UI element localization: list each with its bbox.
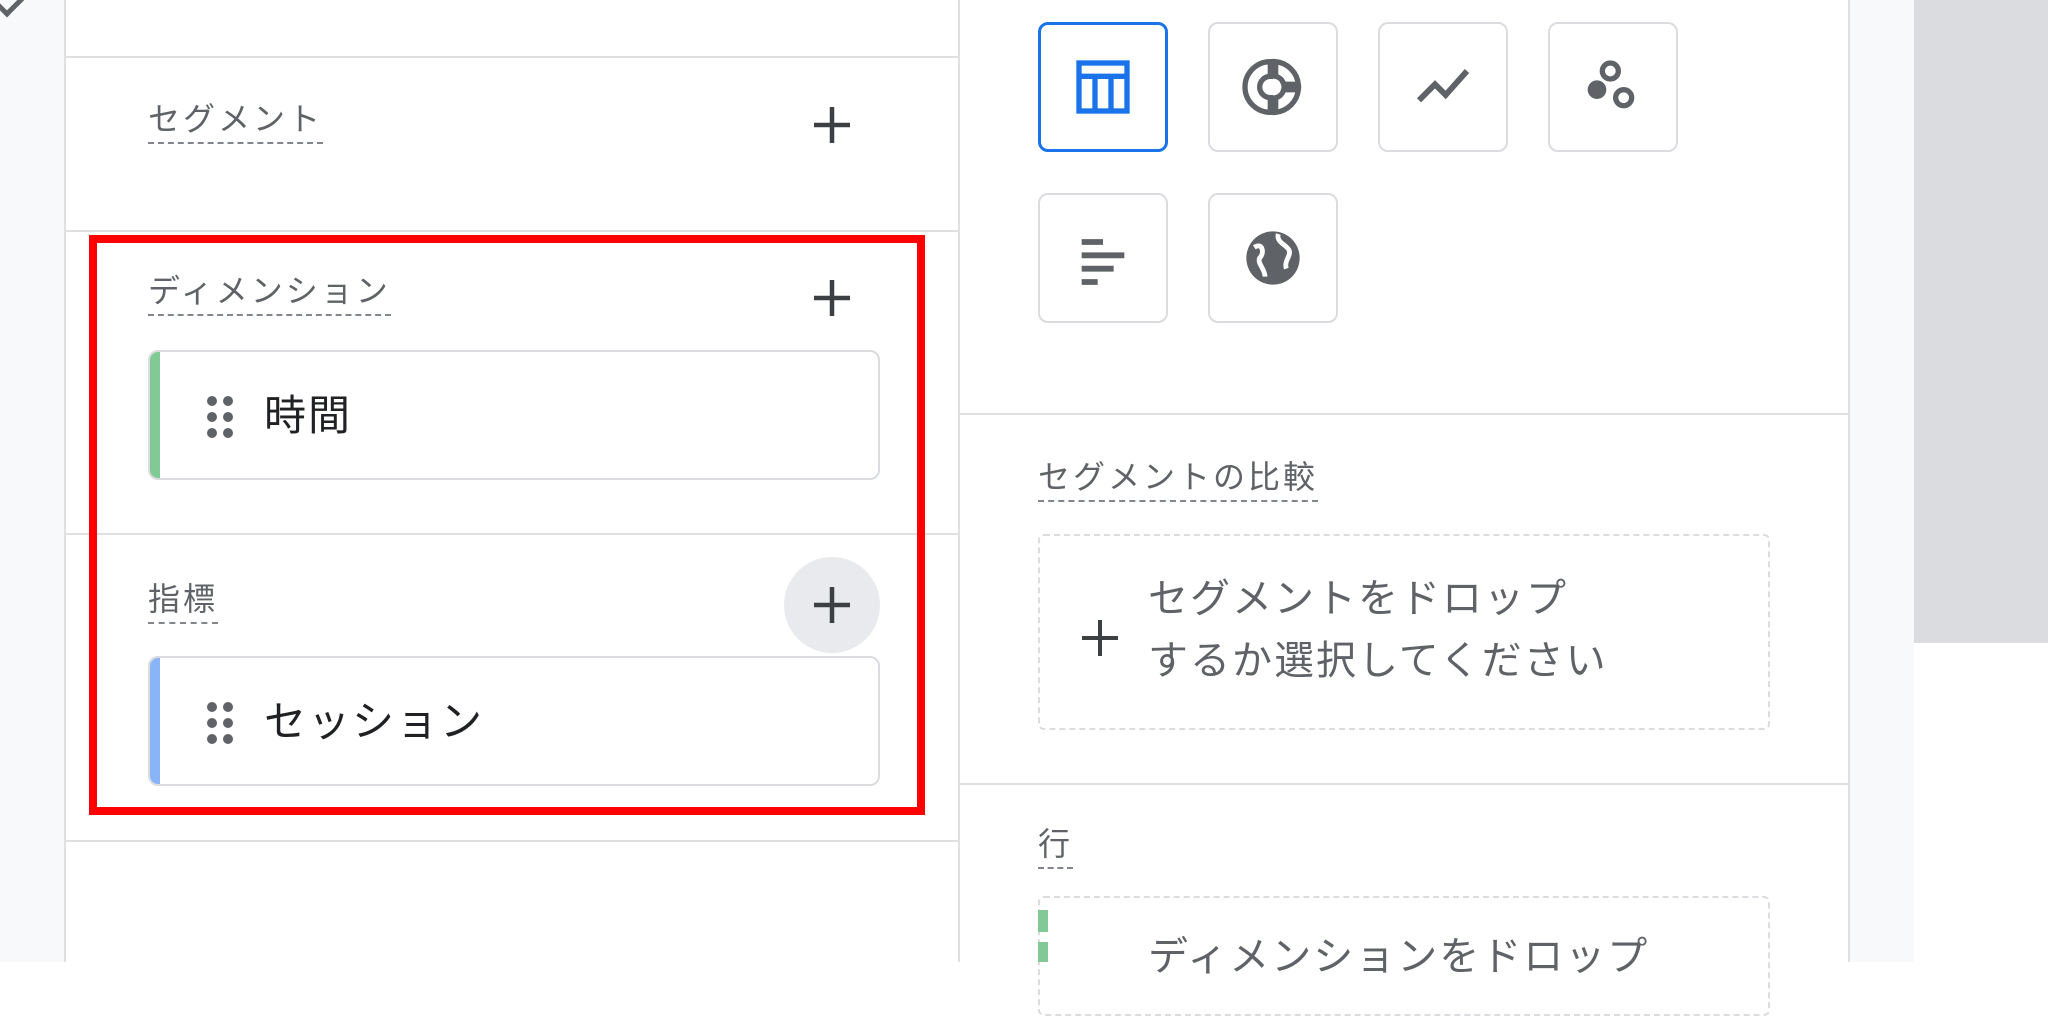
globe-icon [1246,231,1300,285]
segment-drop-zone[interactable]: セグメントをドロップするか選択してください [1038,534,1770,730]
viz-donut-button[interactable] [1208,22,1338,152]
add-segment-button[interactable] [784,77,880,173]
viz-bar-button[interactable] [1038,193,1168,323]
chevron-icon[interactable] [0,0,26,18]
rows-label: 行 [1038,825,1074,869]
viz-geo-button[interactable] [1208,193,1338,323]
canvas-area-lower [1914,643,2048,962]
row-accent [1038,910,1048,932]
divider [66,230,958,232]
viz-scatter-button[interactable] [1548,22,1678,152]
line-chart-icon [1416,69,1470,103]
plus-icon [814,107,850,143]
segment-comparison-label: セグメントの比較 [1038,458,1319,502]
divider [66,840,958,842]
plus-icon [1082,620,1118,656]
row-accent [1038,942,1048,962]
viz-table-button[interactable] [1038,22,1168,152]
viz-line-button[interactable] [1378,22,1508,152]
divider [960,783,1848,785]
rows-drop-zone[interactable]: ディメンションをドロップ [1038,896,1770,1016]
segment-drop-text: セグメントをドロップするか選択してください [1148,576,1608,684]
table-icon [1076,60,1130,114]
donut-chart-icon [1242,58,1302,116]
rows-drop-text: ディメンションをドロップ [1148,934,1650,980]
segments-label: セグメント [148,100,324,144]
right-gutter [1848,0,1914,962]
bar-chart-icon [1081,239,1125,285]
left-gutter [0,0,66,962]
divider [66,56,958,58]
canvas-area [1914,0,2048,643]
divider [960,413,1848,415]
scatter-plot-icon [1587,60,1635,109]
highlight-frame [89,235,925,815]
settings-panel: セグメントの比較 セグメントをドロップするか選択してください 行 ディメンション… [960,0,1848,1016]
